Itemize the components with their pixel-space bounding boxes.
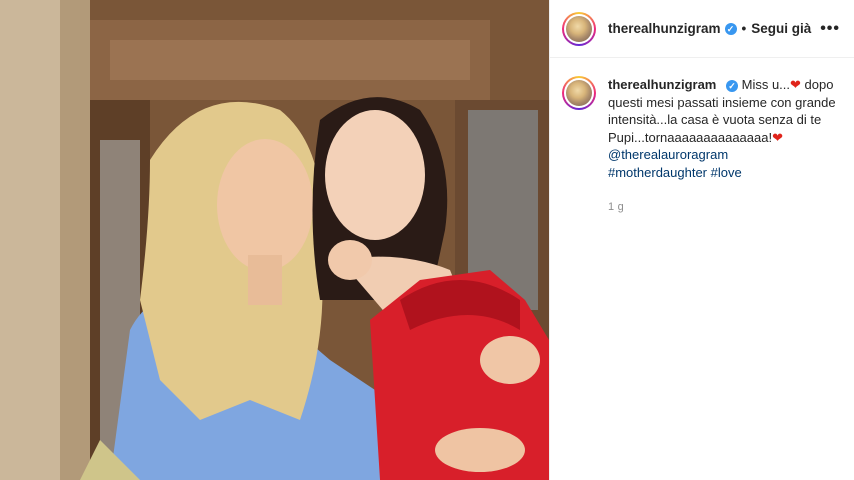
mention-link[interactable]: @therealauroragram [608, 146, 840, 164]
caption-avatar-ring [564, 78, 594, 108]
hashtag-link-motherdaughter[interactable]: #motherdaughter [608, 165, 707, 180]
caption-avatar-image [566, 80, 592, 106]
separator-dot: • [741, 21, 747, 36]
user-block: therealhunzigram ✓ • Segui già [608, 21, 811, 36]
hashtag-link-love[interactable]: #love [711, 165, 742, 180]
avatar-image [566, 15, 592, 42]
caption-row: therealhunzigram ✓ Miss u...❤ dopo quest… [550, 58, 854, 217]
caption-verified-badge-icon: ✓ [725, 80, 738, 92]
photo-illustration [0, 0, 549, 480]
heart-emoji-icon: ❤ [790, 77, 801, 92]
heart-emoji-icon-2: ❤ [772, 129, 783, 145]
caption: therealhunzigram ✓ Miss u...❤ dopo quest… [608, 76, 840, 217]
username-link[interactable]: therealhunzigram [608, 21, 721, 36]
post-sidebar: therealhunzigram ✓ • Segui già ••• there… [549, 0, 854, 480]
verified-badge-icon: ✓ [724, 22, 737, 35]
hashtags: #motherdaughter #love [608, 165, 742, 180]
post-photo[interactable] [0, 0, 549, 480]
more-options-icon[interactable]: ••• [820, 20, 840, 38]
avatar[interactable] [562, 11, 596, 46]
caption-username-link[interactable]: therealhunzigram [608, 77, 716, 92]
follow-button[interactable]: Segui già [751, 21, 811, 36]
post-header: therealhunzigram ✓ • Segui già ••• [550, 0, 854, 58]
caption-text-1: Miss u... [741, 77, 791, 92]
post-timestamp[interactable]: 1 g [608, 199, 840, 217]
avatar-ring [564, 13, 594, 44]
caption-avatar[interactable] [562, 76, 596, 110]
